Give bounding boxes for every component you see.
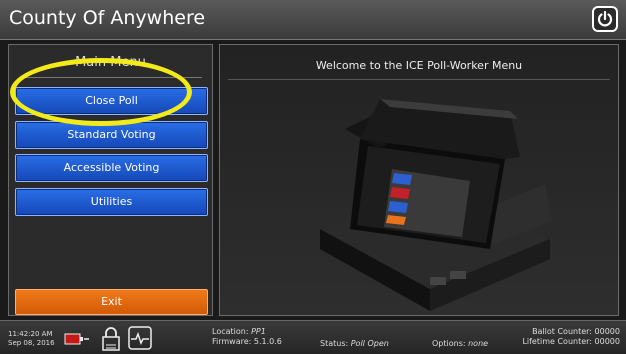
firmware-value: 5.1.0.6 [253, 337, 282, 346]
power-icon [597, 10, 613, 27]
status-date: Sep 08, 2016 [8, 339, 55, 347]
status-label: Status: [320, 339, 349, 348]
location-firmware: Location: PP1 Firmware: 5.1.0.6 [212, 327, 282, 347]
firmware-label: Firmware: [212, 337, 252, 346]
poll-status: Status: Poll Open [320, 339, 389, 348]
options-status: Options: none [432, 339, 488, 348]
standard-voting-button[interactable]: Standard Voting [15, 121, 208, 149]
divider [228, 79, 610, 80]
ballot-counter: Ballot Counter: 00000 [532, 327, 620, 336]
health-monitor-icon [128, 326, 152, 350]
options-value: none [468, 339, 489, 348]
counters: Ballot Counter: 00000 Lifetime Counter: … [522, 327, 620, 347]
app-title: County Of Anywhere [9, 7, 206, 29]
options-label: Options: [432, 339, 466, 348]
title-bar: County Of Anywhere [0, 0, 626, 40]
battery-plug-icon [64, 333, 89, 345]
status-value: Poll Open [350, 339, 389, 348]
status-time: 11:42:20 AM [8, 330, 53, 338]
close-poll-button[interactable]: Close Poll [15, 87, 208, 115]
exit-button[interactable]: Exit [15, 289, 208, 315]
location-value: PP1 [251, 327, 266, 336]
power-button[interactable] [592, 6, 618, 32]
utilities-button[interactable]: Utilities [15, 188, 208, 216]
welcome-panel: Welcome to the ICE Poll-Worker Menu [219, 44, 619, 316]
clock: 11:42:20 AM Sep 08, 2016 [8, 330, 55, 348]
status-bar: 11:42:20 AM Sep 08, 2016 Location: PP1 F… [0, 320, 626, 354]
accessible-voting-button[interactable]: Accessible Voting [15, 154, 208, 182]
main-menu-title: Main Menu [75, 55, 146, 70]
main-menu-panel: Main Menu Close Poll Standard Voting Acc… [8, 44, 213, 316]
location-label: Location: [212, 327, 249, 336]
lifetime-counter: Lifetime Counter: 00000 [522, 337, 620, 346]
voting-machine-image [320, 99, 552, 311]
lock-icon [102, 327, 120, 351]
divider [19, 77, 202, 78]
welcome-heading: Welcome to the ICE Poll-Worker Menu [315, 59, 523, 72]
